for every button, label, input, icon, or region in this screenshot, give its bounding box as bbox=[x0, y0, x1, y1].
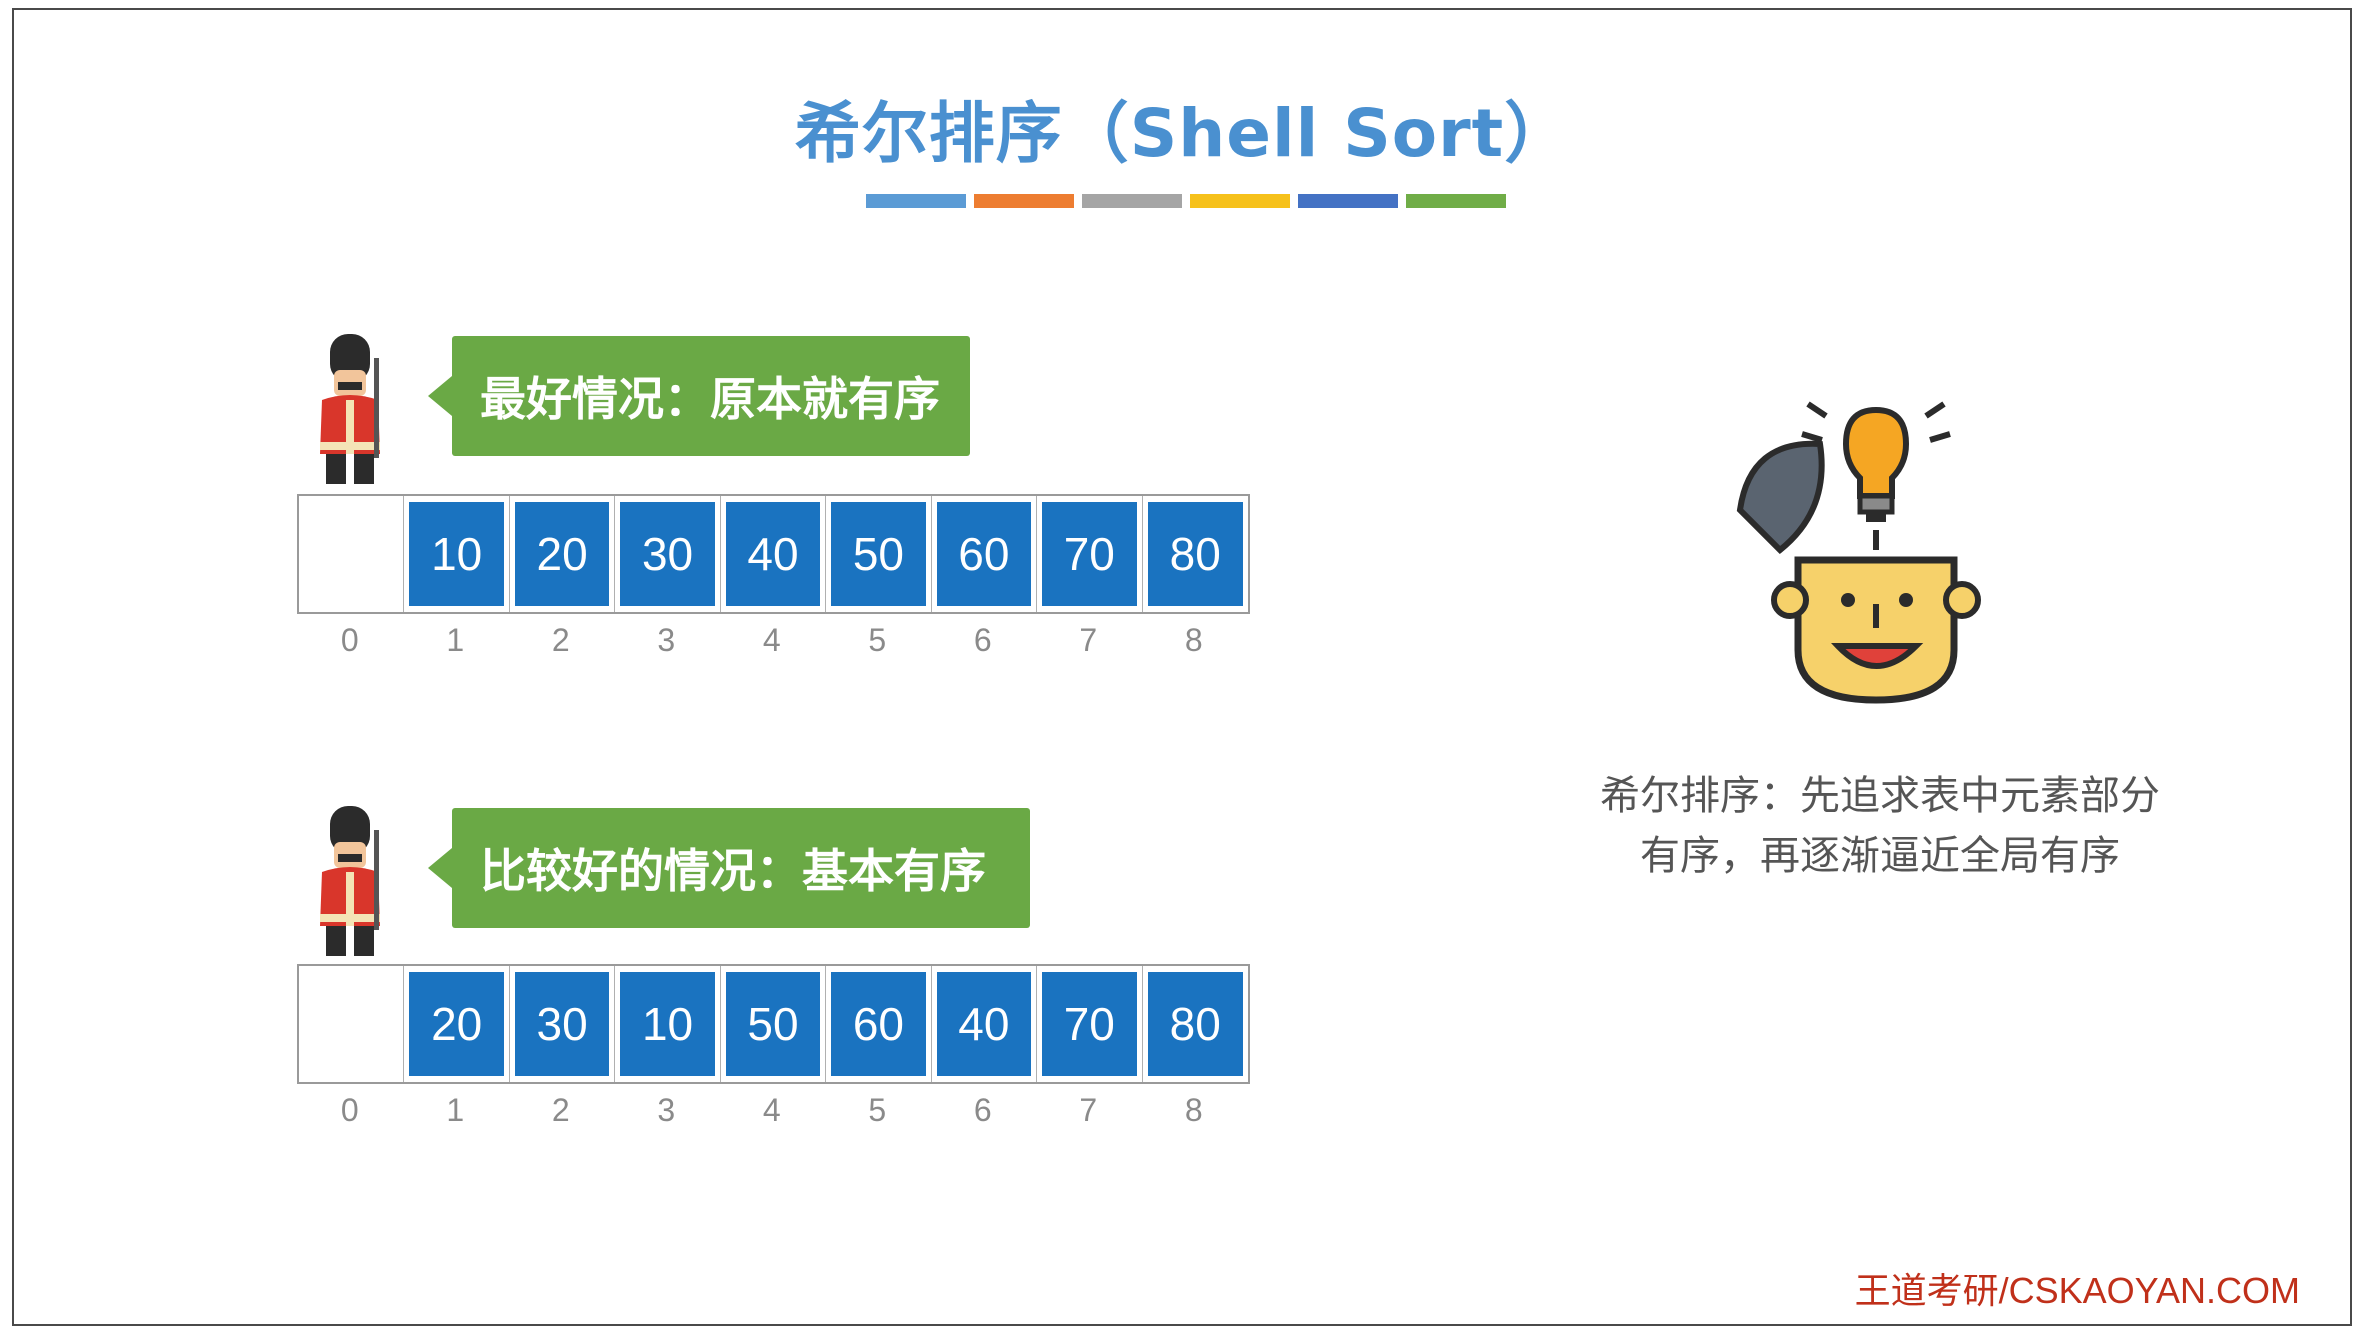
array-indices-good-case: 0 1 2 3 4 5 6 7 8 bbox=[297, 1092, 1247, 1129]
array-index: 1 bbox=[446, 1092, 465, 1128]
array-cell: 40 bbox=[932, 966, 1038, 1082]
description-line: 希尔排序：先追求表中元素部分 bbox=[1600, 773, 2160, 819]
array-cell: 10 bbox=[615, 966, 721, 1082]
array-cell bbox=[299, 966, 405, 1082]
array-value: 30 bbox=[514, 972, 610, 1076]
array-index: 3 bbox=[657, 622, 676, 658]
lightbulb-head-icon bbox=[1736, 401, 1981, 704]
array-cell: 70 bbox=[1037, 966, 1143, 1082]
title-stripe bbox=[1298, 194, 1398, 208]
slide-title: 希尔排序（Shell Sort） bbox=[794, 95, 1572, 172]
title-stripe bbox=[974, 194, 1074, 208]
array-good-case: 20 30 10 50 60 40 70 80 bbox=[297, 964, 1250, 1084]
array-index: 0 bbox=[340, 622, 359, 658]
array-value: 50 bbox=[725, 972, 821, 1076]
array-cell: 50 bbox=[826, 496, 932, 612]
array-cell: 50 bbox=[721, 966, 827, 1082]
array-index: 6 bbox=[973, 622, 992, 658]
array-cell: 40 bbox=[721, 496, 827, 612]
guard-soldier-icon bbox=[320, 334, 380, 484]
title-stripe bbox=[866, 194, 966, 208]
guard-soldier-icon bbox=[320, 806, 380, 956]
array-cell: 30 bbox=[510, 966, 616, 1082]
good-case-label: 比较好的情况：基本有序 bbox=[428, 808, 1030, 928]
array-value: 60 bbox=[831, 972, 926, 1076]
footer-brand: 王道考研/CSKAOYAN.COM bbox=[1854, 1270, 2300, 1311]
shell-sort-description: 希尔排序：先追求表中元素部分 有序，再逐渐逼近全局有序 bbox=[1540, 766, 2220, 886]
array-cell: 80 bbox=[1143, 966, 1248, 1082]
array-index: 4 bbox=[762, 1092, 781, 1128]
array-cell: 20 bbox=[404, 966, 510, 1082]
array-cell: 20 bbox=[510, 496, 616, 612]
array-index: 8 bbox=[1184, 1092, 1203, 1128]
array-index: 3 bbox=[657, 1092, 676, 1128]
array-cell: 60 bbox=[932, 496, 1038, 612]
array-cell bbox=[299, 496, 405, 612]
array-value: 50 bbox=[831, 502, 926, 606]
array-value: 20 bbox=[514, 502, 610, 606]
best-case-text: 最好情况：原本就有序 bbox=[480, 372, 940, 426]
array-cell: 30 bbox=[615, 496, 721, 612]
array-cell: 80 bbox=[1143, 496, 1248, 612]
title-stripe bbox=[1190, 194, 1290, 208]
array-index: 4 bbox=[762, 622, 781, 658]
array-index: 5 bbox=[868, 622, 887, 658]
array-index: 7 bbox=[1079, 622, 1098, 658]
array-cell: 60 bbox=[826, 966, 932, 1082]
array-value: 10 bbox=[409, 502, 504, 606]
array-best-case: 10 20 30 40 50 60 70 80 bbox=[297, 494, 1250, 614]
array-value: 20 bbox=[409, 972, 504, 1076]
title-stripe bbox=[1082, 194, 1182, 208]
array-index: 0 bbox=[340, 1092, 359, 1128]
array-value: 80 bbox=[1147, 502, 1243, 606]
array-value: 70 bbox=[1042, 502, 1137, 606]
title-stripe bbox=[1406, 194, 1506, 208]
array-value: 80 bbox=[1147, 972, 1243, 1076]
description-line: 有序，再逐渐逼近全局有序 bbox=[1640, 833, 2120, 879]
array-index: 1 bbox=[446, 622, 465, 658]
good-case-text: 比较好的情况：基本有序 bbox=[480, 844, 986, 898]
array-value: 60 bbox=[936, 502, 1032, 606]
array-index: 7 bbox=[1079, 1092, 1098, 1128]
array-index: 8 bbox=[1184, 622, 1203, 658]
array-cell: 10 bbox=[404, 496, 510, 612]
array-indices-best-case: 0 1 2 3 4 5 6 7 8 bbox=[297, 622, 1247, 659]
array-value: 40 bbox=[936, 972, 1032, 1076]
array-cell: 70 bbox=[1037, 496, 1143, 612]
array-value: 70 bbox=[1042, 972, 1137, 1076]
array-index: 2 bbox=[551, 1092, 570, 1128]
array-index: 5 bbox=[868, 1092, 887, 1128]
array-index: 6 bbox=[973, 1092, 992, 1128]
best-case-label: 最好情况：原本就有序 bbox=[428, 336, 970, 456]
array-index: 2 bbox=[551, 622, 570, 658]
array-value: 30 bbox=[620, 502, 715, 606]
array-value: 10 bbox=[620, 972, 715, 1076]
array-value: 40 bbox=[725, 502, 821, 606]
